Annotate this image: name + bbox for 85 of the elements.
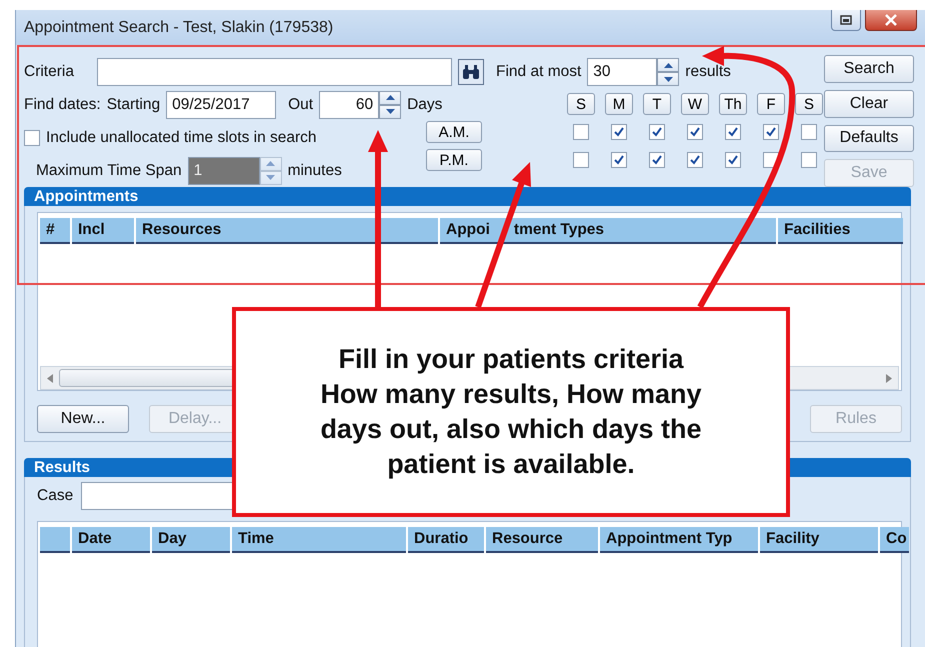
action-button[interactable]: Clear bbox=[824, 90, 914, 118]
checkbox[interactable] bbox=[573, 152, 589, 168]
find-dates-label: Find dates: bbox=[24, 96, 101, 114]
find-at-most-label: Find at most bbox=[496, 63, 582, 81]
binoculars-icon[interactable] bbox=[458, 58, 484, 84]
column-header[interactable]: Appoi tment Types bbox=[440, 218, 776, 244]
checkbox[interactable] bbox=[725, 124, 741, 140]
check-icon bbox=[765, 126, 777, 138]
left-arrow-icon bbox=[47, 374, 53, 382]
day-button[interactable]: M bbox=[605, 93, 633, 115]
callout-text: How many results, How many bbox=[320, 378, 702, 411]
action-button[interactable]: Search bbox=[824, 55, 914, 83]
header-text: Resources bbox=[142, 221, 222, 239]
check-icon bbox=[613, 126, 625, 138]
minutes-label: minutes bbox=[288, 162, 342, 180]
right-arrow-icon bbox=[886, 374, 892, 382]
callout-text: Fill in your patients criteria bbox=[338, 342, 684, 376]
day-button[interactable]: F bbox=[757, 93, 785, 115]
action-button[interactable]: New... bbox=[37, 405, 129, 433]
day-button[interactable]: W bbox=[681, 93, 709, 115]
checkbox[interactable] bbox=[573, 124, 589, 140]
column-header[interactable]: Resources bbox=[136, 218, 438, 244]
check-icon bbox=[651, 126, 663, 138]
checkbox[interactable] bbox=[687, 152, 703, 168]
header-text: Facilities bbox=[784, 221, 850, 239]
spin-buttons[interactable] bbox=[657, 58, 680, 86]
checkbox-label: Include unallocated time slots in search bbox=[46, 128, 317, 146]
check-icon bbox=[727, 154, 739, 166]
days-out-field[interactable]: 60 bbox=[319, 90, 380, 118]
checkbox[interactable] bbox=[687, 124, 703, 140]
days-label: Days bbox=[407, 96, 442, 114]
column-header[interactable] bbox=[40, 527, 70, 553]
day-button[interactable]: S bbox=[795, 93, 823, 115]
spin-buttons[interactable] bbox=[379, 90, 402, 118]
check-icon bbox=[689, 126, 701, 138]
column-header[interactable]: Time bbox=[232, 527, 406, 553]
header-text: tment Types bbox=[514, 221, 604, 239]
column-header[interactable]: Incl bbox=[72, 218, 134, 244]
column-header[interactable]: Co bbox=[880, 527, 909, 553]
callout-text: days out, also which days the bbox=[320, 413, 702, 446]
column-header[interactable]: Facility bbox=[760, 527, 878, 553]
max-results-field[interactable]: 30 bbox=[587, 58, 658, 86]
day-button[interactable]: Th bbox=[719, 93, 747, 115]
close-button[interactable] bbox=[865, 10, 917, 31]
check-icon bbox=[651, 154, 663, 166]
column-header[interactable]: # bbox=[40, 218, 70, 244]
checkbox[interactable] bbox=[649, 152, 665, 168]
header-text: # bbox=[46, 221, 55, 239]
period-button[interactable]: P.M. bbox=[426, 149, 482, 171]
checkbox[interactable] bbox=[725, 152, 741, 168]
check-icon bbox=[613, 154, 625, 166]
checkbox[interactable] bbox=[24, 130, 40, 146]
header-text: Incl bbox=[78, 221, 105, 239]
checkbox[interactable] bbox=[801, 124, 817, 140]
check-icon bbox=[727, 126, 739, 138]
restore-icon bbox=[840, 15, 852, 25]
checkbox[interactable] bbox=[611, 152, 627, 168]
restore-button[interactable] bbox=[831, 10, 861, 31]
starting-label: Starting bbox=[106, 96, 160, 114]
period-button[interactable]: A.M. bbox=[426, 121, 482, 143]
column-header[interactable]: Appointment Typ bbox=[600, 527, 758, 553]
criteria-label: Criteria bbox=[24, 62, 75, 80]
max-time-span-label: Maximum Time Span bbox=[36, 162, 182, 180]
column-header[interactable]: Resource bbox=[486, 527, 598, 553]
checkbox[interactable] bbox=[611, 124, 627, 140]
case-label: Case bbox=[37, 487, 74, 505]
action-button[interactable]: Defaults bbox=[824, 124, 914, 152]
header-text: Appoi bbox=[446, 221, 490, 239]
column-header[interactable]: Day bbox=[152, 527, 230, 553]
check-icon bbox=[689, 154, 701, 166]
out-label: Out bbox=[288, 96, 314, 114]
column-header[interactable]: Date bbox=[72, 527, 150, 553]
checkbox[interactable] bbox=[801, 152, 817, 168]
section-header: Appointments bbox=[24, 187, 911, 206]
start-date-field[interactable]: 09/25/2017 bbox=[166, 90, 276, 118]
close-icon bbox=[884, 14, 898, 26]
day-button[interactable]: T bbox=[643, 93, 671, 115]
results-label: results bbox=[685, 63, 731, 81]
criteria-field[interactable] bbox=[97, 58, 452, 86]
day-button[interactable]: S bbox=[567, 93, 595, 115]
column-header[interactable]: Facilities bbox=[778, 218, 903, 244]
checkbox[interactable] bbox=[649, 124, 665, 140]
checkbox[interactable] bbox=[763, 124, 779, 140]
window-title: Appointment Search - Test, Slakin (179538) bbox=[24, 18, 334, 36]
column-header[interactable]: Duratio bbox=[408, 527, 484, 553]
